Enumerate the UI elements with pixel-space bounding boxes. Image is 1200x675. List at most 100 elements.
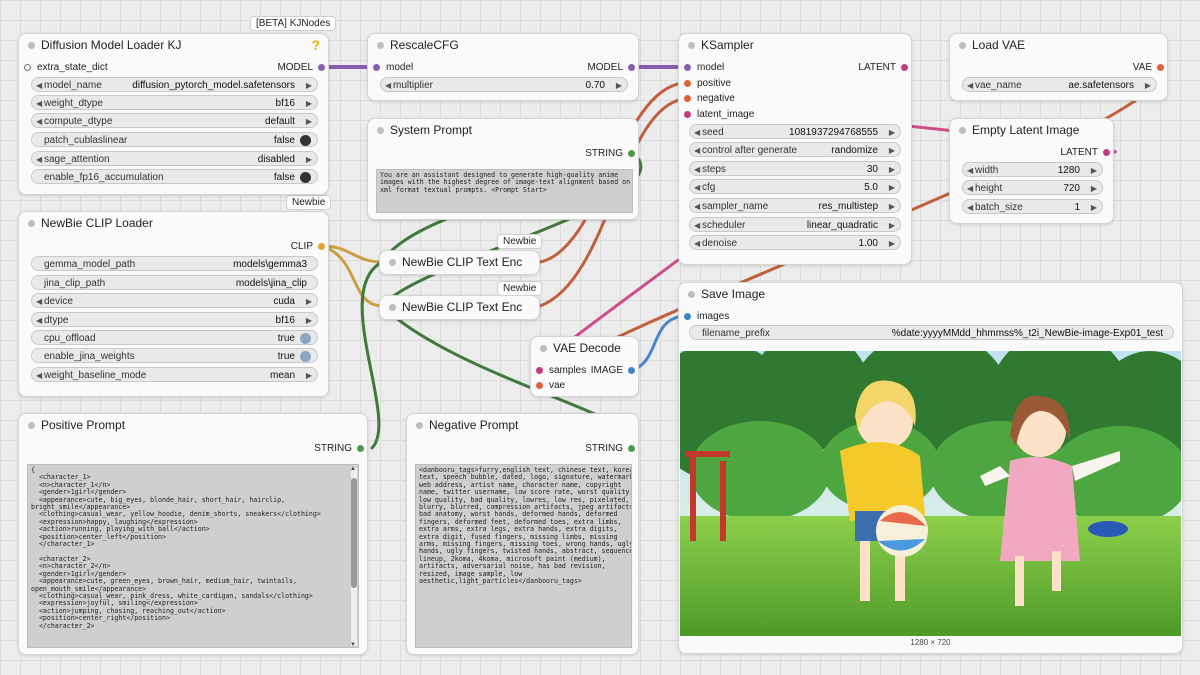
arrow-left-icon[interactable]: ◀ (36, 313, 42, 328)
collapse-dot-icon[interactable] (28, 220, 35, 227)
node-title[interactable]: System Prompt (368, 119, 638, 141)
collapse-dot-icon[interactable] (688, 42, 695, 49)
toggle-knob-icon[interactable] (300, 172, 311, 183)
arrow-right-icon[interactable]: ▶ (306, 78, 312, 93)
sage-attention-widget[interactable]: ◀ sage_attention disabled ▶ (31, 151, 318, 166)
arrow-right-icon[interactable]: ▶ (889, 199, 895, 214)
arrow-left-icon[interactable]: ◀ (694, 125, 700, 140)
diffusion-model-loader-node[interactable]: Diffusion Model Loader KJ? extra_state_d… (18, 33, 329, 195)
negative-input[interactable]: negative (684, 92, 735, 106)
arrow-left-icon[interactable]: ◀ (385, 78, 391, 93)
extra-state-dict-input[interactable]: extra_state_dict (24, 61, 108, 75)
arrow-right-icon[interactable]: ▶ (889, 125, 895, 140)
arrow-right-icon[interactable]: ▶ (1091, 163, 1097, 178)
empty-latent-image-node[interactable]: Empty Latent Image LATENT ◀ width 1280 ▶ ◀ h… (949, 118, 1114, 224)
patch-cublaslinear-toggle[interactable]: patch_cublaslinear false (31, 132, 318, 147)
vae-name-widget[interactable]: ◀ vae_name ae.safetensors ▶ (962, 77, 1157, 92)
scrollbar-thumb[interactable] (351, 478, 357, 588)
height-widget[interactable]: ◀ height 720 ▶ (962, 180, 1103, 195)
samples-input[interactable]: samples (536, 364, 586, 378)
model-name-widget[interactable]: ◀ model_name diffusion_pytorch_model.safet… (31, 77, 318, 92)
gemma-model-path-field[interactable]: gemma_model_path models\gemma3 (31, 256, 318, 271)
weight-baseline-mode-widget[interactable]: ◀ weight_baseline_mode mean ▶ (31, 367, 318, 382)
arrow-left-icon[interactable]: ◀ (694, 236, 700, 251)
arrow-right-icon[interactable]: ▶ (1091, 181, 1097, 196)
toggle-knob-icon[interactable] (300, 333, 311, 344)
sampler-name-widget[interactable]: ◀ sampler_name res_multistep ▶ (689, 198, 901, 213)
positive-prompt-node[interactable]: Positive Prompt STRING { <character_1> <… (18, 413, 368, 655)
node-title[interactable]: NewBie CLIP Loader (19, 212, 328, 234)
system-prompt-node[interactable]: System Prompt STRING You are an assistan… (367, 118, 639, 220)
arrow-left-icon[interactable]: ◀ (694, 218, 700, 233)
latent-output[interactable]: LATENT (858, 61, 908, 75)
ksampler-node[interactable]: KSampler model positive negative latent_… (678, 33, 912, 265)
arrow-right-icon[interactable]: ▶ (889, 180, 895, 195)
arrow-right-icon[interactable]: ▶ (889, 236, 895, 251)
clip-output[interactable]: CLIP (291, 240, 325, 254)
positive-prompt-textarea[interactable]: { <character_1> <n>character_1</n> <gend… (27, 464, 359, 648)
arrow-left-icon[interactable]: ◀ (967, 200, 973, 215)
width-widget[interactable]: ◀ width 1280 ▶ (962, 162, 1103, 177)
jina-clip-path-field[interactable]: jina_clip_path models\jina_clip (31, 275, 318, 290)
arrow-right-icon[interactable]: ▶ (306, 294, 312, 309)
system-prompt-textarea[interactable]: You are an assistant designed to generat… (376, 169, 633, 213)
arrow-right-icon[interactable]: ▶ (889, 218, 895, 233)
string-output[interactable]: STRING (314, 442, 364, 456)
latent-image-input[interactable]: latent_image (684, 108, 754, 122)
node-title[interactable]: KSampler (679, 34, 911, 56)
arrow-right-icon[interactable]: ▶ (306, 368, 312, 383)
model-input[interactable]: model (373, 61, 413, 75)
node-title[interactable]: Negative Prompt (407, 414, 638, 436)
arrow-left-icon[interactable]: ◀ (36, 294, 42, 309)
vae-input[interactable]: vae (536, 379, 565, 393)
save-image-node[interactable]: Save Image images filename_prefix %date:y… (678, 282, 1183, 654)
arrow-right-icon[interactable]: ▶ (306, 96, 312, 111)
arrow-right-icon[interactable]: ▶ (1091, 200, 1097, 215)
device-widget[interactable]: ◀ device cuda ▶ (31, 293, 318, 308)
string-output[interactable]: STRING (585, 147, 635, 161)
control-after-generate-widget[interactable]: ◀ control after generate randomize ▶ (689, 142, 901, 157)
collapse-dot-icon[interactable] (389, 304, 396, 311)
vae-output[interactable]: VAE (1133, 61, 1164, 75)
batch-size-widget[interactable]: ◀ batch_size 1 ▶ (962, 199, 1103, 214)
toggle-knob-icon[interactable] (300, 351, 311, 362)
scroll-up-icon[interactable]: ▲ (350, 466, 356, 472)
arrow-left-icon[interactable]: ◀ (694, 199, 700, 214)
arrow-right-icon[interactable]: ▶ (1145, 78, 1151, 93)
collapse-dot-icon[interactable] (377, 127, 384, 134)
arrow-left-icon[interactable]: ◀ (967, 163, 973, 178)
model-output[interactable]: MODEL (277, 61, 325, 75)
arrow-left-icon[interactable]: ◀ (694, 162, 700, 177)
node-title[interactable]: Diffusion Model Loader KJ? (19, 34, 328, 56)
collapse-dot-icon[interactable] (959, 42, 966, 49)
latent-output[interactable]: LATENT (1060, 146, 1110, 160)
collapse-dot-icon[interactable] (377, 42, 384, 49)
vae-decode-node[interactable]: VAE Decode samples vae IMAGE (530, 336, 639, 397)
collapse-dot-icon[interactable] (416, 422, 423, 429)
arrow-left-icon[interactable]: ◀ (36, 78, 42, 93)
generated-image-preview[interactable] (680, 351, 1181, 636)
load-vae-node[interactable]: Load VAE VAE ◀ vae_name ae.safetensors ▶ (949, 33, 1168, 101)
rescale-cfg-node[interactable]: RescaleCFG model MODEL ◀ multiplier 0.70 ▶ (367, 33, 639, 101)
arrow-left-icon[interactable]: ◀ (36, 152, 42, 167)
multiplier-widget[interactable]: ◀ multiplier 0.70 ▶ (380, 77, 628, 92)
scrollbar[interactable]: ▲ ▼ (350, 466, 357, 648)
arrow-left-icon[interactable]: ◀ (36, 114, 42, 129)
weight-dtype-widget[interactable]: ◀ weight_dtype bf16 ▶ (31, 95, 318, 110)
arrow-left-icon[interactable]: ◀ (694, 180, 700, 195)
node-title[interactable]: Save Image (679, 283, 1182, 305)
cfg-widget[interactable]: ◀ cfg 5.0 ▶ (689, 179, 901, 194)
arrow-left-icon[interactable]: ◀ (967, 78, 973, 93)
enable-fp16-accumulation-toggle[interactable]: enable_fp16_accumulation false (31, 169, 318, 184)
negative-prompt-node[interactable]: Negative Prompt STRING <danbooru_tags>fu… (406, 413, 639, 655)
image-output[interactable]: IMAGE (591, 364, 635, 378)
node-title[interactable]: Load VAE (950, 34, 1167, 56)
arrow-right-icon[interactable]: ▶ (889, 162, 895, 177)
node-title[interactable]: VAE Decode (531, 337, 638, 359)
arrow-left-icon[interactable]: ◀ (694, 143, 700, 158)
collapse-dot-icon[interactable] (389, 259, 396, 266)
images-input[interactable]: images (684, 310, 729, 324)
compute-dtype-widget[interactable]: ◀ compute_dtype default ▶ (31, 113, 318, 128)
collapse-dot-icon[interactable] (540, 345, 547, 352)
arrow-right-icon[interactable]: ▶ (616, 78, 622, 93)
